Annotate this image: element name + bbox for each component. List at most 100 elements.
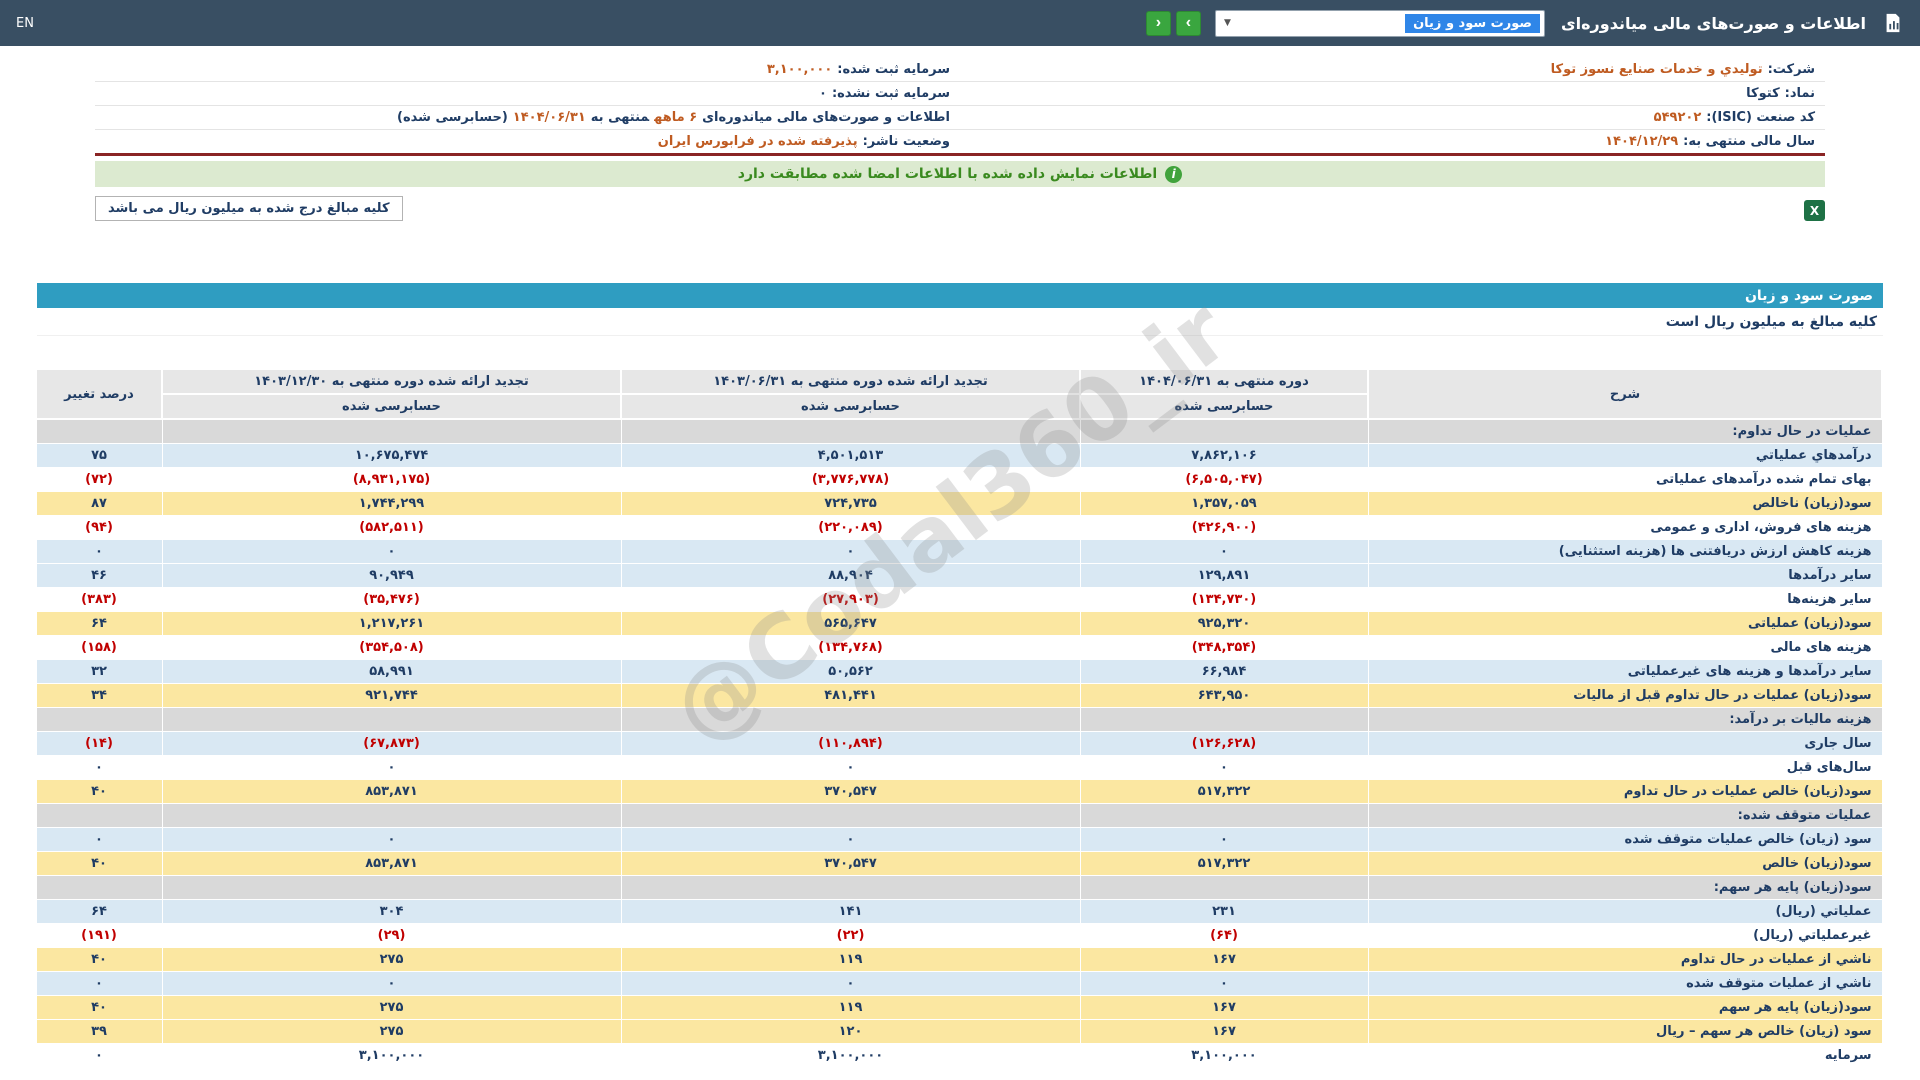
income-statement-section: صورت سود و زیان کلیه مبالغ به میلیون ریا… [35, 283, 1883, 1068]
nav-prev-button[interactable]: ‹ [1145, 10, 1171, 36]
row-value: (۳۸۳) [35, 586, 163, 612]
unit-note-box: کلیه مبالغ درج شده به میلیون ریال می باش… [95, 196, 403, 221]
row-value [1079, 706, 1369, 732]
row-value: ۹۲۵,۳۲۰ [1079, 610, 1369, 636]
row-value: ۴۶ [35, 562, 163, 588]
row-label: غیرعملیاتي (ریال) [1367, 922, 1883, 948]
row-value: ۸۵۳,۸۷۱ [161, 850, 622, 876]
info-field-left: سرمایه ثبت نشده:۰ [819, 86, 950, 101]
row-value: ۱۱۹ [620, 946, 1081, 972]
row-label: هزینه کاهش ارزش دریافتنی ها (هزینه استثن… [1367, 538, 1883, 564]
row-label: عملیات در حال تداوم: [1367, 418, 1883, 444]
row-label: سود(زیان) پایه هر سهم: [1367, 874, 1883, 900]
row-value: (۶,۵۰۵,۰۴۷) [1079, 466, 1369, 492]
statement-row: عملیاتي (ریال) ۲۳۱ ۱۴۱ ۳۰۴ ۶۴ [35, 898, 1883, 924]
signature-match-text: اطلاعات نمایش داده شده با اطلاعات امضا ش… [737, 166, 1158, 182]
row-value: ۰ [620, 538, 1081, 564]
row-value [1079, 418, 1369, 444]
row-label: عملیاتي (ریال) [1367, 898, 1883, 924]
company-info-row: سال مالی منتهی به:۱۴۰۴/۱۲/۲۹ وضعیت ناشر:پ… [95, 130, 1825, 153]
row-value [1079, 802, 1369, 828]
statement-unit-subtitle: کلیه مبالغ به میلیون ریال است [37, 308, 1883, 336]
row-label: سود (زیان) خالص هر سهم – ریال [1367, 1018, 1883, 1044]
row-label: بهای تمام شده درآمدهای عملیاتی [1367, 466, 1883, 492]
row-value: ۵۰,۵۶۲ [620, 658, 1081, 684]
row-value: (۶۷,۸۷۳) [161, 730, 622, 756]
row-value: ۰ [620, 970, 1081, 996]
row-value: (۲۹) [161, 922, 622, 948]
statement-row: هزینه کاهش ارزش دریافتنی ها (هزینه استثن… [35, 538, 1883, 564]
row-value [35, 706, 163, 732]
row-value [1079, 874, 1369, 900]
row-label: سود(زیان) پایه هر سهم [1367, 994, 1883, 1020]
signature-match-banner: i اطلاعات نمایش داده شده با اطلاعات امضا… [95, 161, 1825, 187]
row-label: سود(زیان) ناخالص [1367, 490, 1883, 516]
row-value: ۰ [161, 826, 622, 852]
row-value: ۱۲۹,۸۹۱ [1079, 562, 1369, 588]
statement-select-value: صورت سود و زیان [1405, 13, 1540, 33]
row-label: سرمایه [1367, 1042, 1883, 1068]
row-value: ۰ [620, 826, 1081, 852]
app-logo-icon [1882, 12, 1904, 34]
info-field-right: سال مالی منتهی به:۱۴۰۴/۱۲/۲۹ [1605, 134, 1815, 149]
row-label: سود (زیان) خالص عملیات متوقف شده [1367, 826, 1883, 852]
row-value: ۳۹ [35, 1018, 163, 1044]
row-value: ۰ [620, 754, 1081, 780]
statement-row: سود(زیان) خالص عملیات در حال تداوم ۵۱۷,۳۲… [35, 778, 1883, 804]
row-label: سال جاری [1367, 730, 1883, 756]
col-subheader-audited: حسابرسی شده [1079, 393, 1369, 420]
row-value: ۷,۸۶۲,۱۰۶ [1079, 442, 1369, 468]
row-value: (۸,۹۳۱,۱۷۵) [161, 466, 622, 492]
row-value: ۵۱۷,۳۲۲ [1079, 850, 1369, 876]
row-value: ۲۷۵ [161, 1018, 622, 1044]
row-value: (۳۵۴,۵۰۸) [161, 634, 622, 660]
row-value: ۲۳۱ [1079, 898, 1369, 924]
row-value: (۱۲۶,۶۲۸) [1079, 730, 1369, 756]
row-label: سایر درآمدها [1367, 562, 1883, 588]
row-label: هزینه مالیات بر درآمد: [1367, 706, 1883, 732]
row-label: سال‌های قبل [1367, 754, 1883, 780]
note-row: X کلیه مبالغ درج شده به میلیون ریال می ب… [95, 196, 1825, 221]
col-subheader-audited: حسابرسی شده [620, 393, 1081, 420]
row-value [620, 418, 1081, 444]
info-field-right: کد صنعت (ISIC):۵۴۹۲۰۲ [1653, 110, 1815, 125]
row-value: (۲۷,۹۰۳) [620, 586, 1081, 612]
row-value: (۱۱۰,۸۹۴) [620, 730, 1081, 756]
row-label: سود(زیان) عملیاتی [1367, 610, 1883, 636]
info-field-right: نماد:کتوکا [1746, 86, 1815, 101]
row-value: ۳۰۴ [161, 898, 622, 924]
row-value: (۷۲) [35, 466, 163, 492]
row-value: ۳,۱۰۰,۰۰۰ [1079, 1042, 1369, 1068]
row-value: ۱۴۱ [620, 898, 1081, 924]
row-value: ۵۸,۹۹۱ [161, 658, 622, 684]
row-label: سود(زیان) خالص عملیات در حال تداوم [1367, 778, 1883, 804]
row-value: (۳۴۸,۳۵۴) [1079, 634, 1369, 660]
row-value: ۰ [161, 538, 622, 564]
row-value: ۰ [1079, 538, 1369, 564]
statement-title: صورت سود و زیان [1744, 287, 1873, 304]
row-value [620, 802, 1081, 828]
row-value [35, 418, 163, 444]
row-value [161, 418, 622, 444]
row-label: هزینه های فروش، اداری و عمومی [1367, 514, 1883, 540]
nav-next-button[interactable]: › [1175, 10, 1201, 36]
row-value: (۱۵۸) [35, 634, 163, 660]
statement-row: سایر درآمدها و هزینه های غیرعملیاتی ۶۶,۹۸… [35, 658, 1883, 684]
row-value: ۰ [1079, 754, 1369, 780]
row-value: ۱,۳۵۷,۰۵۹ [1079, 490, 1369, 516]
row-value: ۰ [35, 826, 163, 852]
statement-section-row: سود(زیان) پایه هر سهم: [35, 874, 1883, 900]
row-value: (۱۳۴,۷۶۸) [620, 634, 1081, 660]
statement-row: هزینه های مالی (۳۴۸,۳۵۴) (۱۳۴,۷۶۸) (۳۵۴,۵۰۸… [35, 634, 1883, 660]
language-toggle-en[interactable]: EN [16, 16, 34, 31]
excel-export-icon[interactable]: X [1804, 200, 1825, 221]
statement-row: درآمدهاي عملياتي ۷,۸۶۲,۱۰۶ ۴,۵۰۱,۵۱۳ ۱۰,۶۷۵… [35, 442, 1883, 468]
row-value [161, 706, 622, 732]
row-label: عملیات متوقف شده: [1367, 802, 1883, 828]
row-value: (۲۲) [620, 922, 1081, 948]
statement-type-select[interactable]: صورت سود و زیان ▼ [1214, 9, 1545, 37]
row-value: ۵۶۵,۶۴۷ [620, 610, 1081, 636]
statement-row: بهای تمام شده درآمدهای عملیاتی (۶,۵۰۵,۰۴۷… [35, 466, 1883, 492]
row-value: ۵۱۷,۳۲۲ [1079, 778, 1369, 804]
row-value: ۱۱۹ [620, 994, 1081, 1020]
